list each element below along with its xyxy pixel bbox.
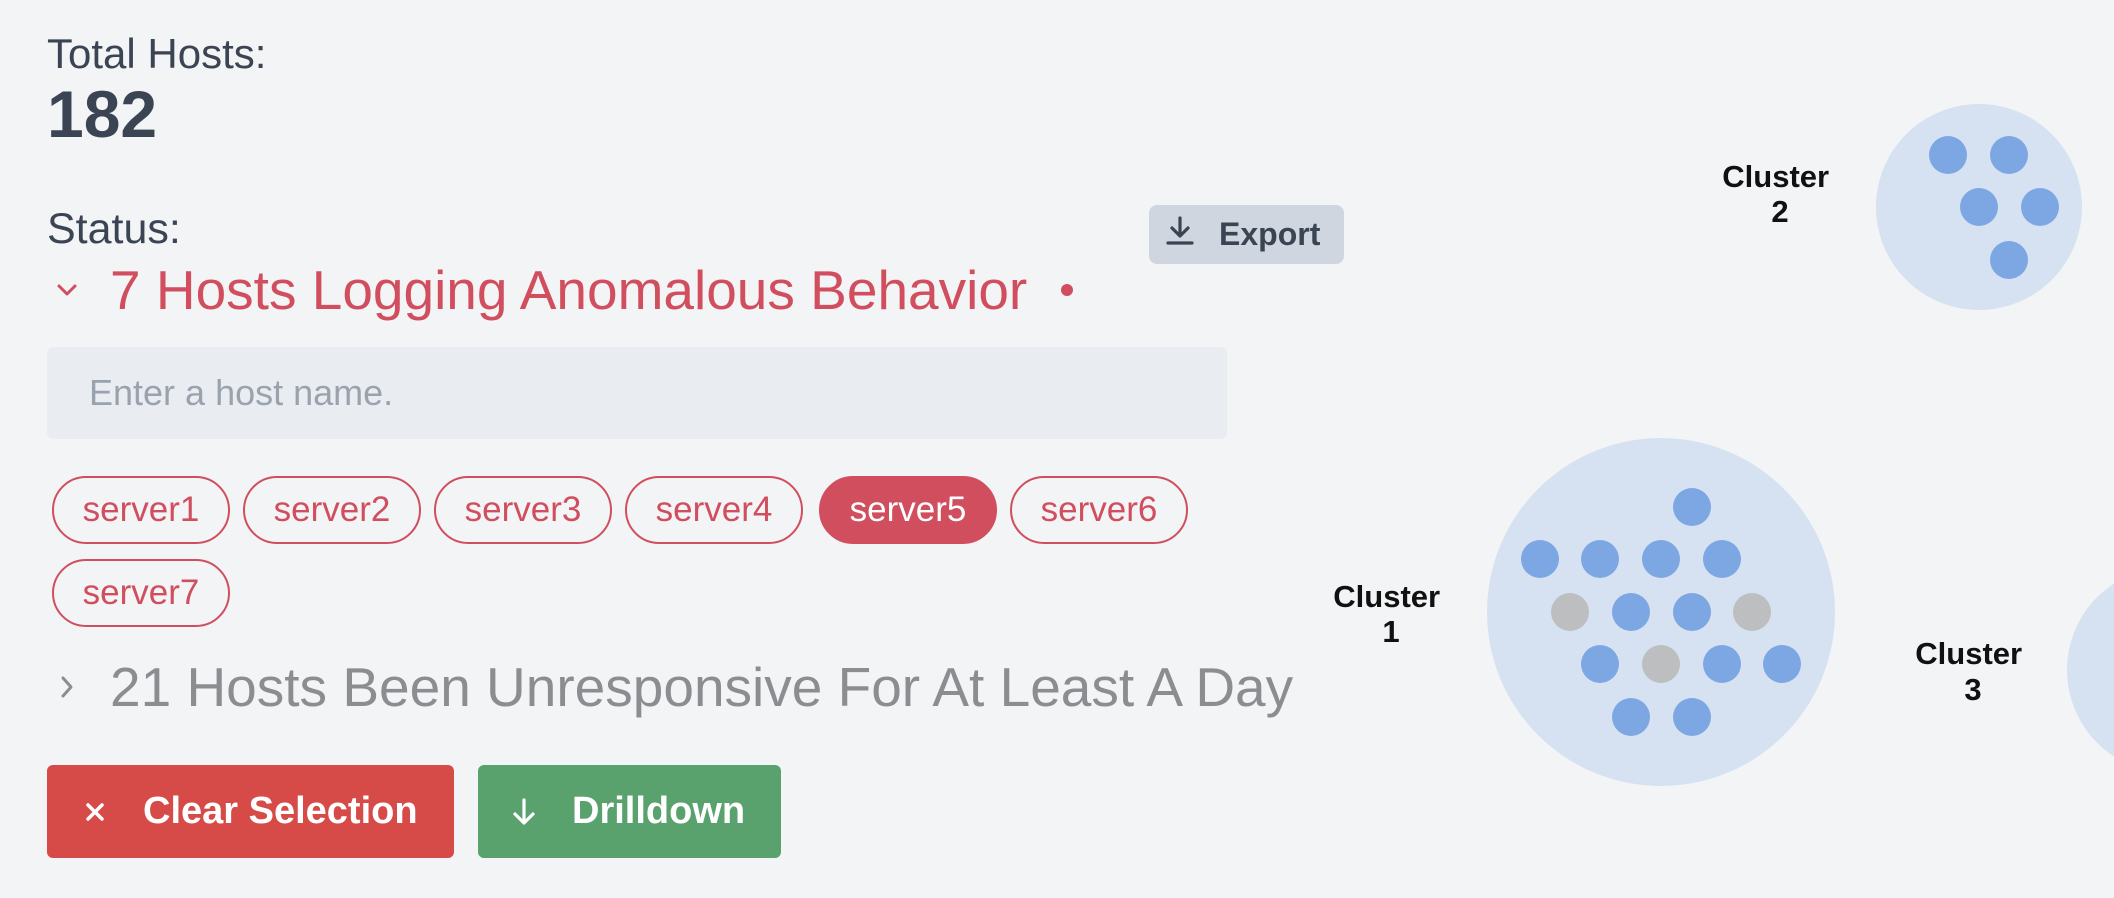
chevron-right-icon[interactable]: [50, 675, 84, 699]
chevron-down-icon[interactable]: [50, 283, 84, 297]
cluster-3[interactable]: [2067, 567, 2114, 773]
total-hosts-label: Total Hosts:: [47, 30, 267, 77]
total-hosts-value: 182: [47, 77, 158, 151]
group-title-anomalous[interactable]: 7 Hosts Logging Anomalous Behavior: [110, 258, 1027, 322]
host-node[interactable]: [1673, 698, 1711, 736]
status-group-unresponsive[interactable]: 21 Hosts Been Unresponsive For At Least …: [50, 655, 1293, 719]
host-node[interactable]: [1703, 540, 1741, 578]
host-search-input[interactable]: [47, 347, 1227, 439]
arrow-down-icon: [506, 797, 542, 827]
host-node[interactable]: [1642, 540, 1680, 578]
cluster-1[interactable]: [1487, 438, 1835, 786]
alert-dot-icon: [1061, 284, 1074, 296]
host-chip-server2[interactable]: server2: [243, 476, 421, 544]
host-chip-server5[interactable]: server5: [819, 476, 997, 544]
host-node-inactive[interactable]: [1733, 593, 1771, 631]
status-group-anomalous[interactable]: 7 Hosts Logging Anomalous Behavior: [50, 258, 1074, 322]
host-node[interactable]: [1763, 645, 1801, 683]
host-chip-server3[interactable]: server3: [434, 476, 612, 544]
host-node[interactable]: [2021, 188, 2059, 226]
host-node[interactable]: [1581, 540, 1619, 578]
clear-selection-label: Clear Selection: [143, 790, 418, 832]
host-chip-server6[interactable]: server6: [1010, 476, 1188, 544]
host-node[interactable]: [1612, 698, 1650, 736]
host-node[interactable]: [1990, 136, 2028, 174]
cluster-bubble[interactable]: [1487, 438, 1835, 786]
cluster-3-label: Cluster 3: [1915, 636, 2030, 707]
host-node[interactable]: [1673, 488, 1711, 526]
host-chip-server4[interactable]: server4: [625, 476, 803, 544]
download-icon: [1163, 214, 1197, 256]
drilldown-label: Drilldown: [572, 790, 746, 832]
host-node[interactable]: [1673, 593, 1711, 631]
cluster-bubble[interactable]: [2067, 567, 2114, 773]
host-node[interactable]: [1612, 593, 1650, 631]
cluster-2-label: Cluster 2: [1722, 159, 1837, 229]
cluster-2[interactable]: [1876, 104, 2082, 310]
clear-selection-button[interactable]: Clear Selection: [47, 765, 454, 858]
host-chip-server7[interactable]: server7: [52, 559, 230, 627]
host-node[interactable]: [1990, 241, 2028, 279]
host-node[interactable]: [1929, 136, 1967, 174]
host-node[interactable]: [1703, 645, 1741, 683]
host-chip-server1[interactable]: server1: [52, 476, 230, 544]
close-icon: [77, 802, 113, 822]
host-node[interactable]: [1581, 645, 1619, 683]
group-title-unresponsive[interactable]: 21 Hosts Been Unresponsive For At Least …: [110, 655, 1293, 719]
drilldown-button[interactable]: Drilldown: [478, 765, 781, 858]
host-node-inactive[interactable]: [1551, 593, 1589, 631]
status-label: Status:: [47, 205, 181, 253]
host-node[interactable]: [1960, 188, 1998, 226]
cluster-visualization: Cluster 2 Cluster 1 Cluster 3: [1333, 104, 2114, 786]
cluster-1-label: Cluster 1: [1333, 579, 1448, 649]
host-node-inactive[interactable]: [1642, 645, 1680, 683]
host-node[interactable]: [1521, 540, 1559, 578]
